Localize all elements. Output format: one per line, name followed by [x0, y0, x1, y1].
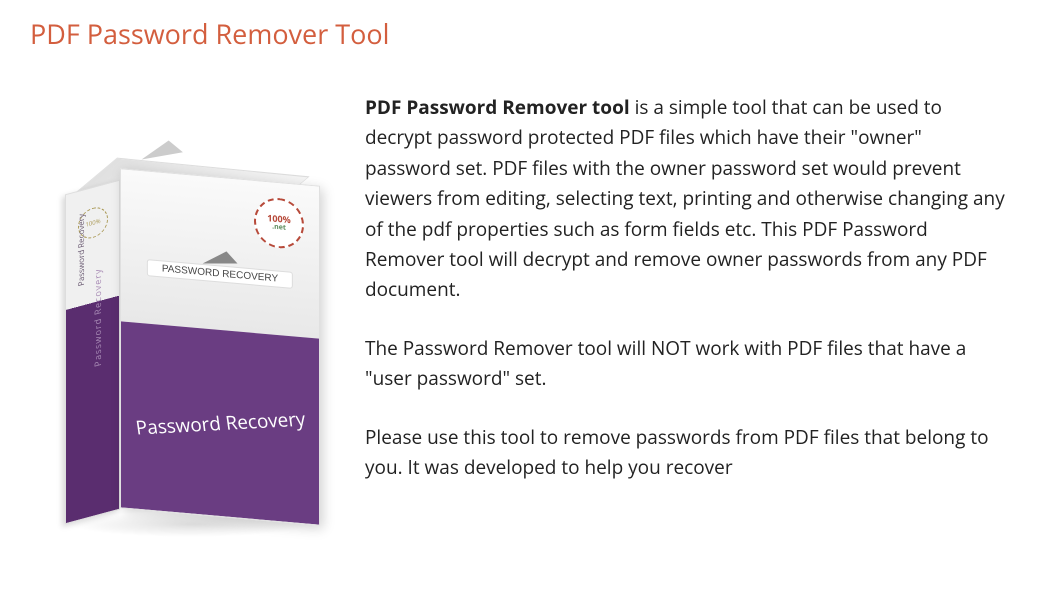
description-column: PDF Password Remover tool is a simple to… — [365, 92, 1011, 510]
product-box-illustration: 100% Password Recovery Password Recovery… — [30, 137, 320, 527]
paper-plane-icon — [202, 252, 238, 264]
box-front-face: 100% .net PDFTECHNOLOGIES PASSWORD RECOV… — [120, 168, 320, 525]
box-title-text: Password Recovery — [134, 406, 307, 441]
page-title: PDF Password Remover Tool — [30, 15, 1011, 52]
brand-logo: PDFTECHNOLOGIES PASSWORD RECOVERY — [172, 248, 268, 285]
box-spine: 100% Password Recovery Password Recovery — [65, 180, 120, 525]
usage-paragraph: Please use this tool to remove passwords… — [365, 422, 1011, 483]
guarantee-badge: 100% .net — [254, 196, 304, 250]
limitation-paragraph: The Password Remover tool will NOT work … — [365, 333, 1011, 394]
product-image-column: 100% Password Recovery Password Recovery… — [30, 92, 330, 527]
intro-text: is a simple tool that can be used to dec… — [365, 94, 1005, 302]
intro-paragraph: PDF Password Remover tool is a simple to… — [365, 92, 1011, 305]
content-row: 100% Password Recovery Password Recovery… — [30, 92, 1011, 527]
intro-bold: PDF Password Remover tool — [365, 94, 630, 120]
